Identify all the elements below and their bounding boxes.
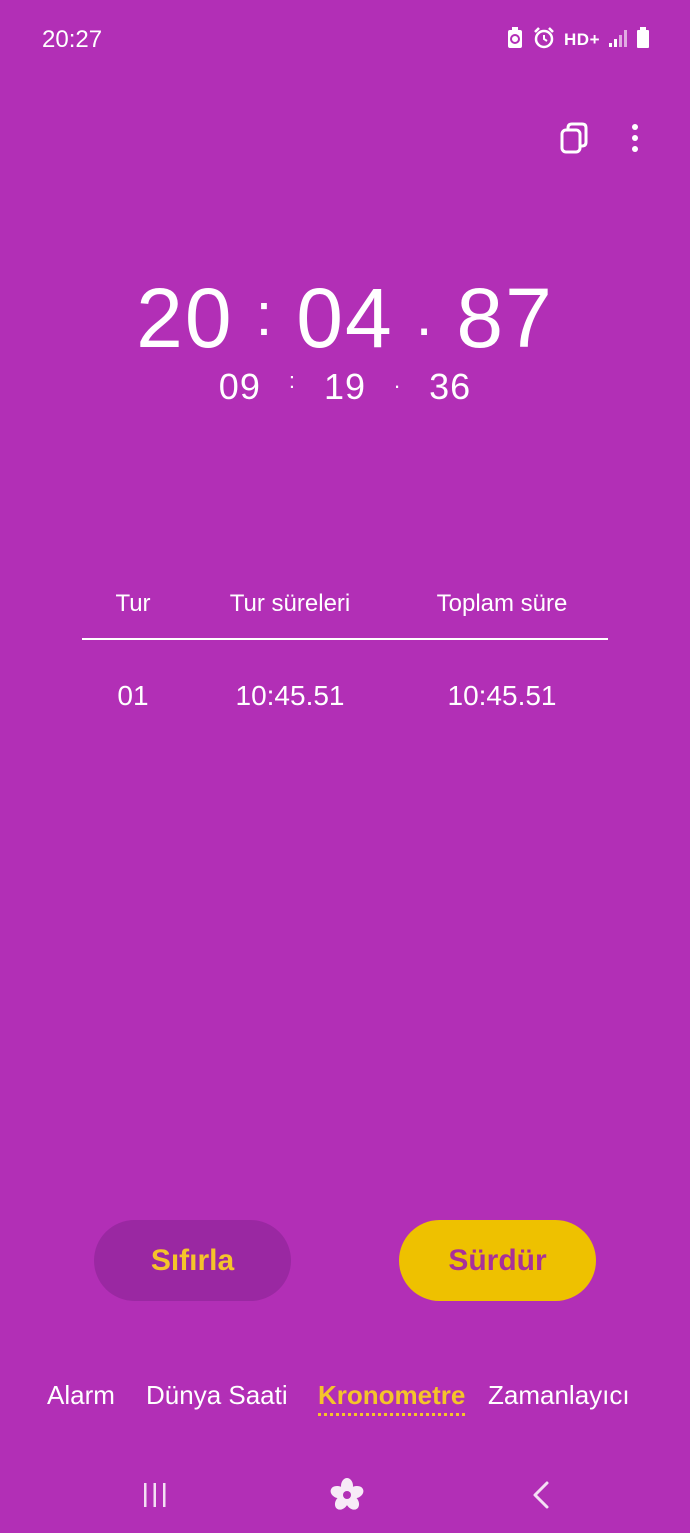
lap-minutes: 09	[218, 366, 261, 407]
home-icon[interactable]	[322, 1470, 372, 1520]
status-icons: HD+	[506, 26, 650, 54]
lap-table-header: Tur Tur süreleri Toplam süre	[82, 570, 608, 640]
lap-hundredths: 36	[429, 366, 472, 407]
header-lap: Tur	[115, 590, 151, 617]
network-type: HD+	[564, 30, 600, 49]
copy-icon[interactable]	[554, 118, 594, 158]
bottom-tabs: Alarm Dünya Saati Kronometre Zamanlayıcı	[0, 1380, 690, 1430]
lap-separator-colon: :	[288, 368, 296, 393]
lap-number: 01	[117, 680, 149, 711]
recents-icon[interactable]	[130, 1470, 180, 1520]
clock-app-screen: 20:27 HD+ 20: 04 . 87 09: 19 . 36 Tur …	[0, 0, 690, 1533]
reset-button[interactable]: Sıfırla	[94, 1220, 291, 1301]
battery-saver-icon	[506, 26, 524, 54]
table-row: 01 10:45.51 10:45.51	[82, 640, 608, 752]
main-separator-colon: :	[255, 280, 275, 348]
main-hundredths: 87	[456, 270, 554, 365]
stopwatch-lap-time: 09 : 19 . 36	[0, 362, 690, 412]
header-total-time: Toplam süre	[436, 590, 568, 617]
main-separator-dot: .	[415, 280, 435, 348]
tab-stopwatch[interactable]: Kronometre	[318, 1380, 466, 1416]
lap-duration: 10:45.51	[235, 680, 345, 711]
alarm-icon	[532, 26, 556, 55]
resume-button[interactable]: Sürdür	[399, 1220, 596, 1301]
main-minutes: 20	[136, 270, 234, 365]
header-lap-time: Tur süreleri	[229, 590, 351, 617]
tab-world-clock[interactable]: Dünya Saati	[146, 1380, 288, 1411]
back-icon[interactable]	[516, 1470, 566, 1520]
status-time: 20:27	[42, 26, 103, 53]
lap-separator-dot: .	[394, 368, 402, 393]
lap-table: Tur Tur süreleri Toplam süre 01 10:45.51…	[82, 570, 608, 752]
lap-total: 10:45.51	[447, 680, 557, 711]
status-bar: 20:27 HD+	[0, 0, 690, 80]
more-options-icon[interactable]	[615, 118, 655, 158]
battery-icon	[636, 26, 650, 54]
tab-alarm[interactable]: Alarm	[47, 1380, 115, 1411]
lap-seconds: 19	[323, 366, 367, 407]
main-seconds: 04	[296, 270, 394, 365]
navigation-bar	[0, 1460, 690, 1533]
tab-timer[interactable]: Zamanlayıcı	[488, 1380, 630, 1411]
signal-icon	[608, 28, 628, 53]
stopwatch-main-time: 20 : 04 . 87	[0, 268, 690, 368]
